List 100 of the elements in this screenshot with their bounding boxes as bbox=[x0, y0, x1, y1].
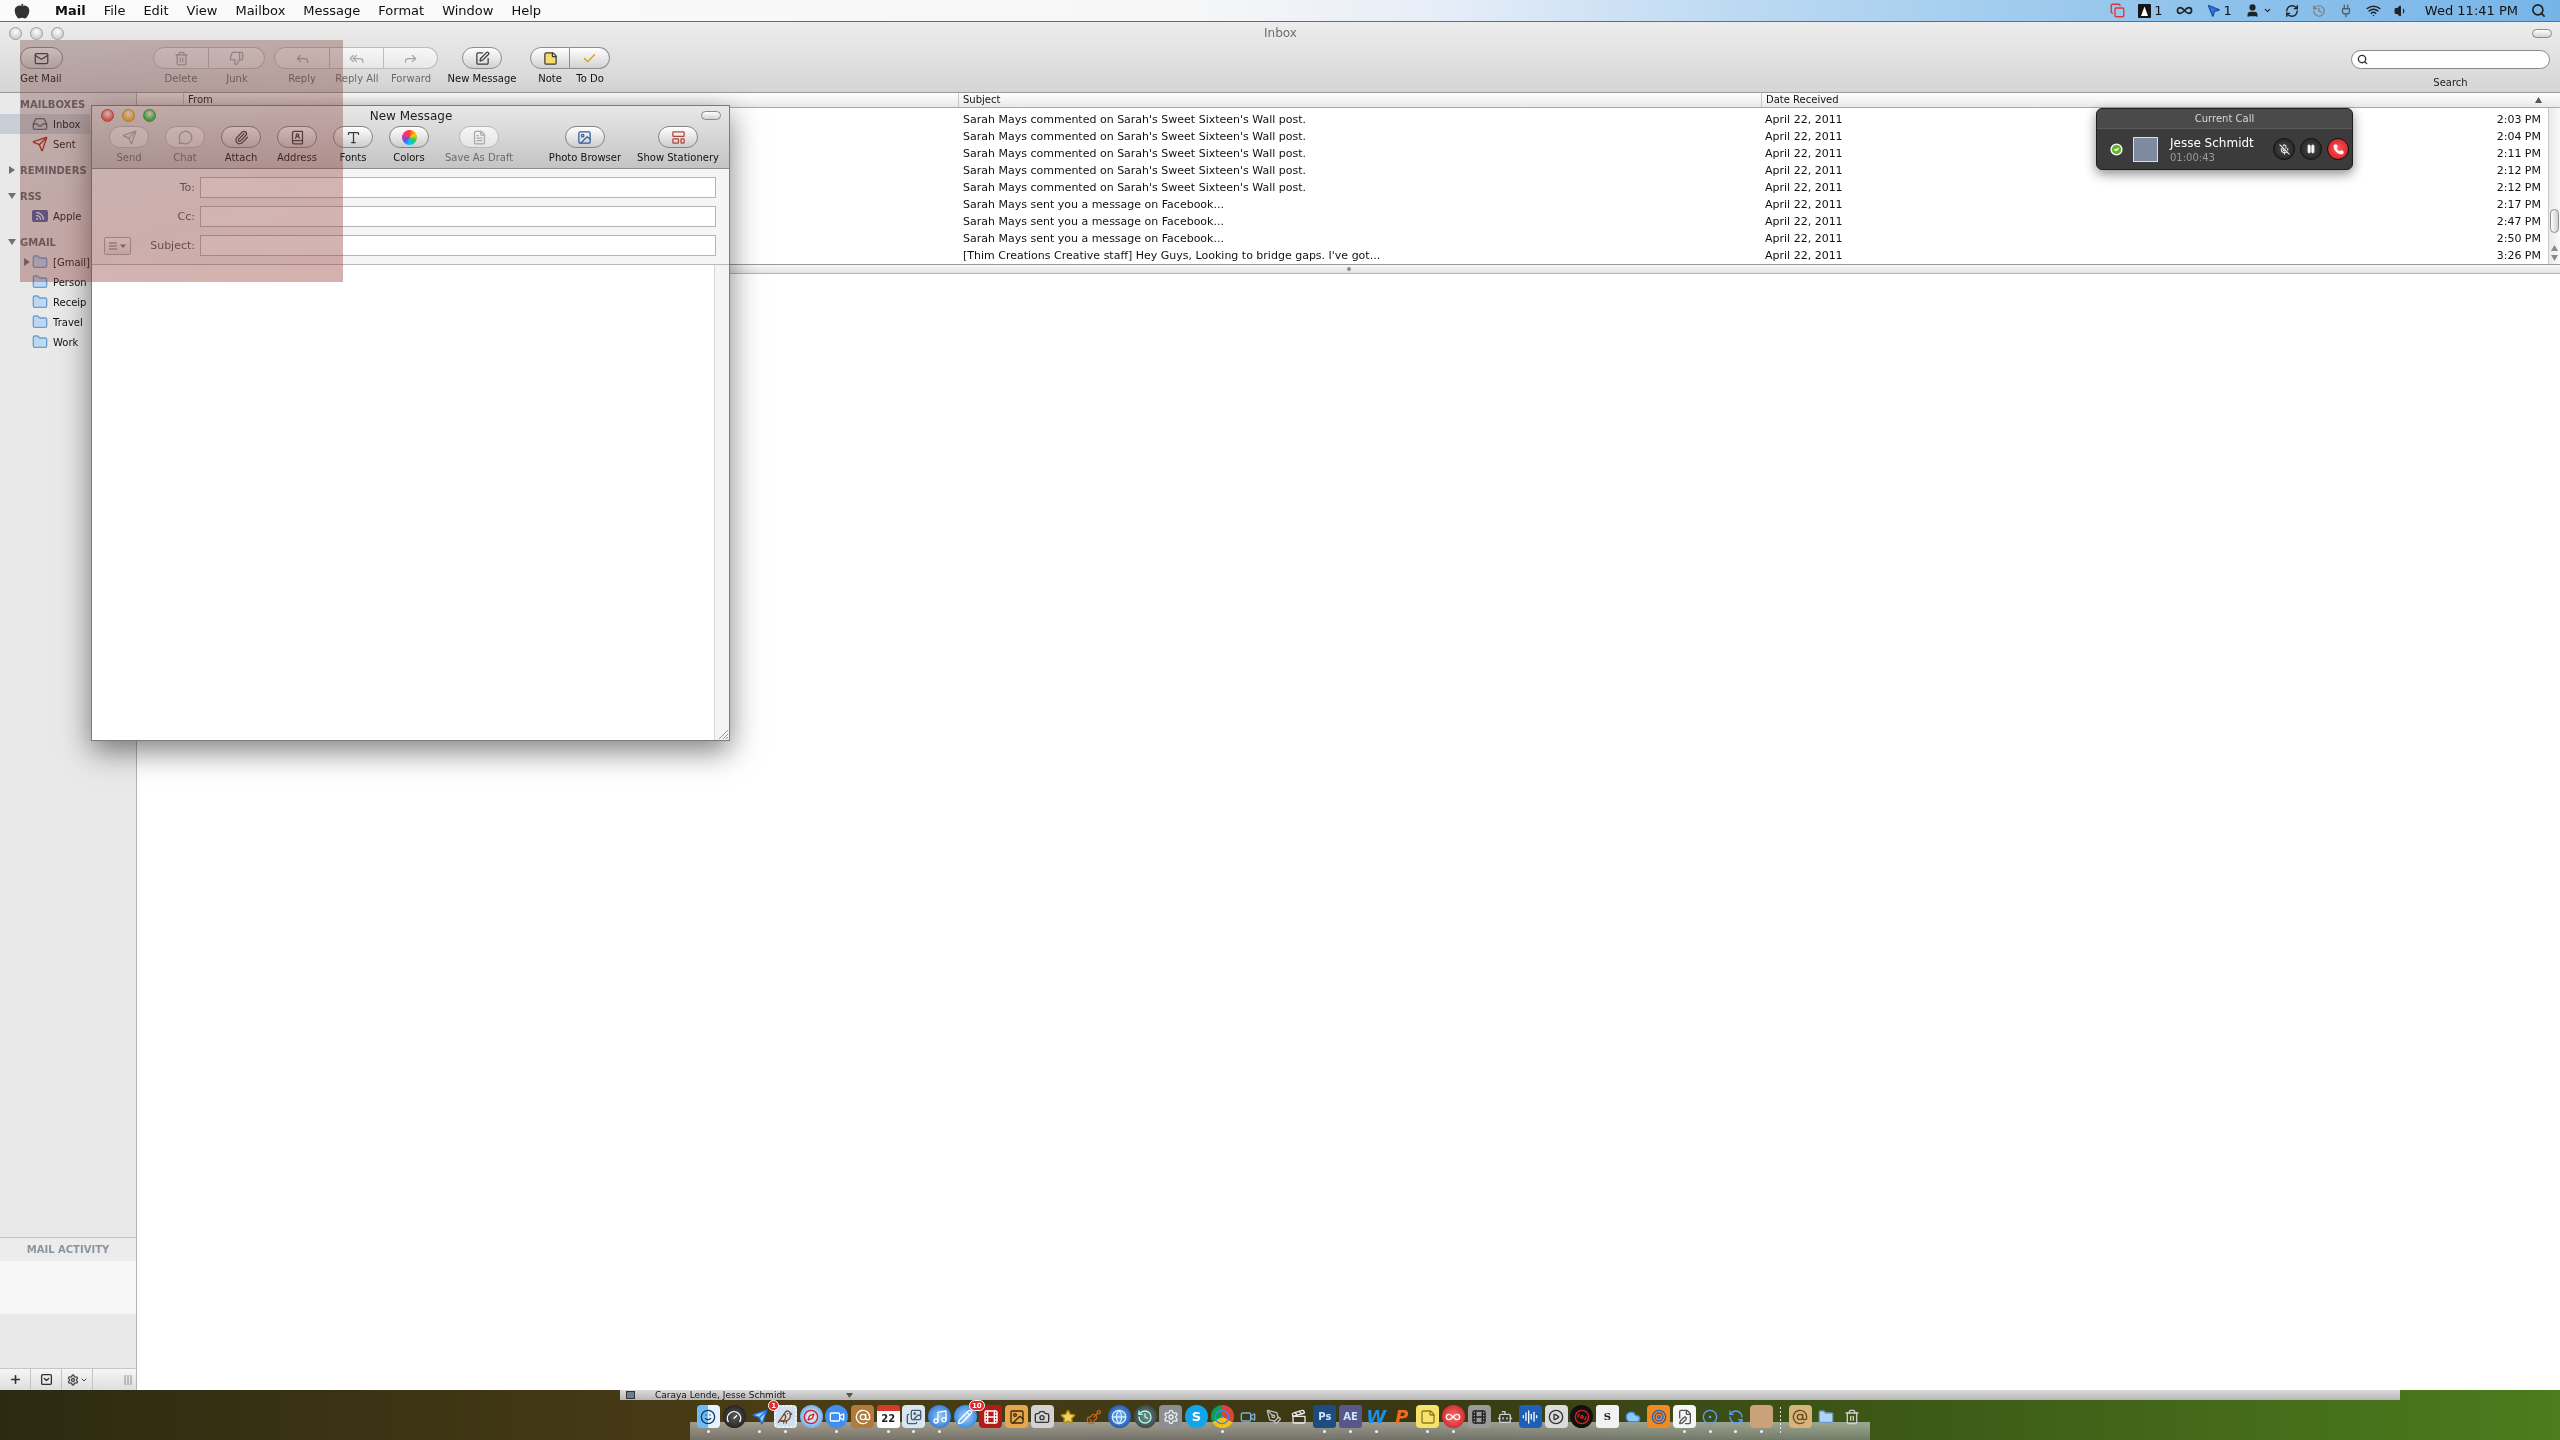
loop-disc-icon bbox=[1441, 1405, 1465, 1428]
disclosure-triangle-icon[interactable] bbox=[23, 258, 31, 266]
dock-item[interactable] bbox=[1673, 1405, 1696, 1433]
running-light-icon bbox=[1451, 1430, 1455, 1433]
menu-clock[interactable]: Wed 11:41 PM bbox=[2424, 3, 2518, 18]
menu-title[interactable]: View bbox=[177, 0, 227, 21]
dock-item[interactable] bbox=[928, 1405, 952, 1433]
address-field[interactable] bbox=[200, 177, 716, 198]
mute-button[interactable] bbox=[2273, 138, 2295, 160]
menu-title[interactable]: Help bbox=[502, 0, 551, 21]
get-mail-button[interactable] bbox=[19, 47, 63, 69]
folder-icon bbox=[32, 314, 48, 330]
menu-title[interactable]: Format bbox=[369, 0, 434, 21]
sidebar-item[interactable]: Sent bbox=[0, 134, 90, 154]
running-light-icon bbox=[835, 1430, 839, 1433]
column-header[interactable]: Date Received bbox=[1761, 93, 2560, 107]
disclosure-triangle-icon[interactable] bbox=[8, 166, 16, 174]
message-subject: [Thim Creations Creative staff] Hey Guys, Looking to bridge gaps. I've got... bbox=[963, 249, 1381, 262]
menu-title[interactable]: Window bbox=[433, 0, 503, 21]
scrollbar-thumb[interactable] bbox=[2550, 209, 2559, 233]
resize-grip-icon[interactable] bbox=[124, 1374, 132, 1385]
hang-up-button[interactable] bbox=[2327, 138, 2349, 160]
call-title: Current Call bbox=[2097, 109, 2352, 129]
sidebar-item[interactable]: Person bbox=[0, 272, 90, 292]
caret-icon[interactable] bbox=[845, 1392, 853, 1398]
sidebar-item[interactable]: Apple bbox=[0, 206, 90, 226]
dock-item[interactable] bbox=[825, 1405, 849, 1433]
disclosure-triangle-icon[interactable] bbox=[8, 192, 16, 200]
inbox-tray-icon bbox=[32, 116, 48, 132]
wifi-icon[interactable] bbox=[2365, 3, 2381, 18]
todo-button[interactable] bbox=[570, 47, 610, 69]
fonts-button[interactable] bbox=[333, 126, 373, 148]
disclosure-triangle-icon[interactable] bbox=[8, 238, 16, 246]
running-light-icon bbox=[706, 1430, 710, 1433]
sidebar-item[interactable]: Inbox bbox=[0, 114, 90, 134]
menu-title[interactable]: Mail bbox=[46, 0, 95, 21]
page-icon bbox=[471, 129, 487, 145]
attach-button[interactable] bbox=[221, 126, 261, 148]
message-time: 2:47 PM bbox=[2496, 215, 2541, 228]
message-body-field[interactable] bbox=[92, 265, 714, 740]
address-book-icon bbox=[289, 129, 305, 145]
grip-dot-icon[interactable] bbox=[1346, 267, 1351, 271]
column-header[interactable]: Subject bbox=[958, 93, 1761, 107]
dock-item[interactable]: P bbox=[1390, 1405, 1414, 1433]
toolbar-toggle-button[interactable] bbox=[701, 111, 721, 120]
plus-icon bbox=[8, 1373, 22, 1386]
sidebar-item[interactable]: Receip bbox=[0, 292, 90, 312]
message-subject: Sarah Mays commented on Sarah's Sweet Sixteen's Wall post. bbox=[963, 181, 1307, 194]
dock-item[interactable] bbox=[902, 1405, 926, 1433]
menu-title[interactable]: File bbox=[94, 0, 135, 21]
sidebar-item[interactable]: Travel bbox=[0, 312, 90, 332]
landscape-photo-icon bbox=[577, 129, 593, 145]
menu-title[interactable]: Message bbox=[294, 0, 370, 21]
dock-item[interactable] bbox=[773, 1405, 797, 1433]
sync-icon[interactable] bbox=[2284, 3, 2299, 18]
close-button[interactable] bbox=[101, 109, 114, 122]
dock-item[interactable] bbox=[1416, 1405, 1440, 1433]
apple-icon[interactable] bbox=[14, 2, 30, 19]
document-pen-icon bbox=[1673, 1405, 1696, 1428]
toolbar-label: Attach bbox=[224, 152, 258, 163]
scrollbar-track[interactable] bbox=[2548, 108, 2560, 264]
search-icon[interactable] bbox=[2531, 3, 2546, 18]
photo-browser-button[interactable] bbox=[564, 126, 605, 148]
stationery-button[interactable] bbox=[658, 126, 699, 148]
sidebar-item[interactable]: Work bbox=[0, 332, 90, 352]
message-subject: Sarah Mays commented on Sarah's Sweet Sixteen's Wall post. bbox=[963, 113, 1307, 126]
dock-item[interactable] bbox=[1441, 1405, 1465, 1433]
new-message-button[interactable] bbox=[462, 47, 502, 69]
address-button[interactable] bbox=[277, 126, 317, 148]
search-field[interactable] bbox=[2351, 50, 2550, 69]
pause-icon bbox=[2306, 144, 2316, 154]
dock-item[interactable]: AE bbox=[1339, 1405, 1363, 1433]
toolbar-toggle-button[interactable] bbox=[2532, 28, 2552, 38]
scroll-up-arrow-icon[interactable] bbox=[2551, 245, 2558, 251]
arrow-pointer-icon[interactable] bbox=[2205, 3, 2221, 18]
check-circle-icon bbox=[2110, 142, 2123, 156]
subject-field[interactable] bbox=[200, 235, 716, 256]
dropdown-box-icon bbox=[39, 1373, 53, 1386]
running-light-icon bbox=[1426, 1430, 1430, 1433]
menu-title[interactable]: Mailbox bbox=[226, 0, 295, 21]
template-page-icon bbox=[670, 129, 686, 145]
letter-logo-tile: Ps bbox=[1313, 1405, 1337, 1428]
user-silhouette-icon[interactable] bbox=[2244, 3, 2260, 18]
dock-item[interactable]: Ps bbox=[1313, 1405, 1337, 1433]
address-field[interactable] bbox=[200, 206, 716, 227]
sidebar-item[interactable]: [Gmail] bbox=[0, 252, 90, 272]
pause-button[interactable] bbox=[2300, 138, 2322, 160]
menu-title[interactable]: Edit bbox=[134, 0, 178, 21]
message-subject: Sarah Mays commented on Sarah's Sweet Sixteen's Wall post. bbox=[963, 147, 1307, 160]
resize-grip-icon[interactable] bbox=[718, 729, 728, 739]
note-button[interactable] bbox=[530, 47, 570, 69]
colors-button[interactable] bbox=[389, 126, 429, 148]
caret-icon[interactable] bbox=[2262, 6, 2272, 15]
dock-item[interactable]: 22 bbox=[876, 1405, 900, 1433]
dock-item[interactable] bbox=[696, 1405, 720, 1433]
triangle-tile-icon[interactable] bbox=[2138, 3, 2152, 18]
rss-feed-icon bbox=[32, 210, 48, 222]
dock-item[interactable]: S bbox=[1595, 1405, 1619, 1433]
dock-item[interactable] bbox=[1210, 1405, 1234, 1433]
scroll-down-arrow-icon[interactable] bbox=[2551, 255, 2558, 261]
